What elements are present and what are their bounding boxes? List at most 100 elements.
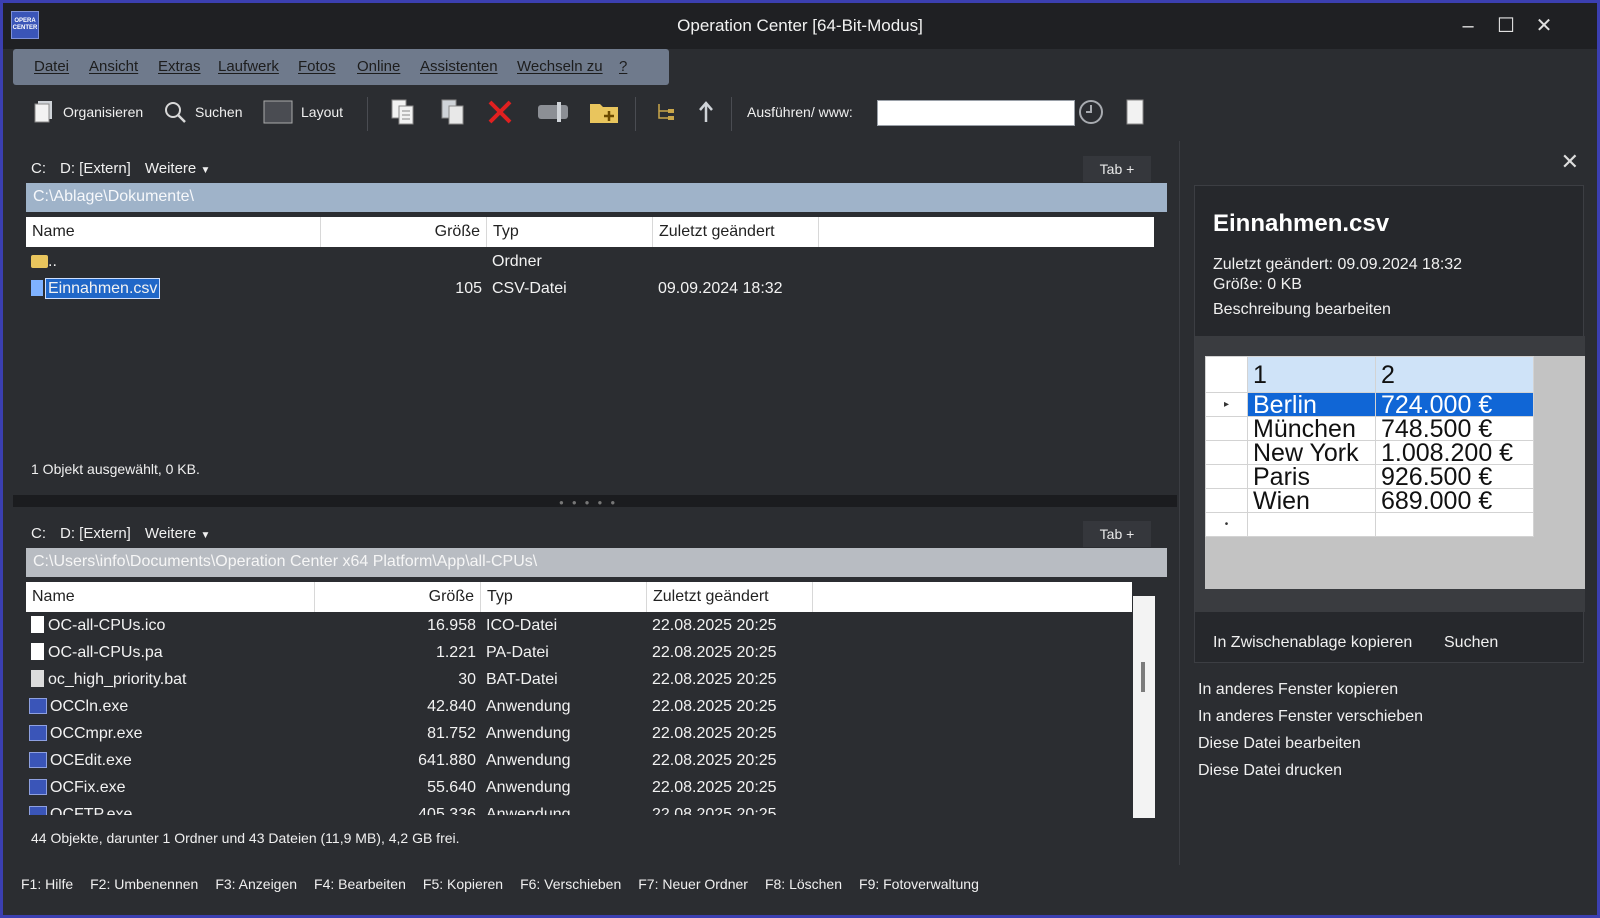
grid-col-header[interactable]: 2 [1375, 356, 1534, 393]
grid-row[interactable]: New York 1.008.200 € [1205, 440, 1534, 465]
file-list-scrollbar[interactable] [1133, 596, 1155, 818]
app-exe-icon [29, 806, 47, 815]
col-size[interactable]: Größe [315, 582, 481, 612]
menu-assistenten[interactable]: Assistenten [420, 58, 498, 75]
edit-description-link[interactable]: Beschreibung bearbeiten [1213, 301, 1391, 319]
preview-toggle-button[interactable] [1125, 97, 1145, 127]
csv-preview-grid[interactable]: 1 2 ▸ Berlin 724.000 € München 748.500 € [1205, 356, 1534, 537]
col-name[interactable]: Name [26, 582, 315, 612]
close-button[interactable]: ✕ [1529, 13, 1559, 39]
file-row-parent[interactable]: .. Ordner [26, 248, 1126, 275]
file-row[interactable]: OCCln.exe 42.840 Anwendung 22.08.2025 20… [26, 693, 1126, 720]
minimize-button[interactable]: – [1453, 13, 1483, 39]
menu-help[interactable]: ? [619, 58, 627, 75]
col-modified[interactable]: Zuletzt geändert [653, 217, 819, 247]
copy-to-other-window-link[interactable]: In anderes Fenster kopieren [1198, 681, 1398, 699]
menu-ansicht[interactable]: Ansicht [89, 58, 138, 75]
file-row[interactable]: oc_high_priority.bat 30 BAT-Datei 22.08.… [26, 666, 1126, 693]
new-tab-button[interactable]: Tab + [1083, 521, 1151, 547]
file-row[interactable]: OC-all-CPUs.pa 1.221 PA-Datei 22.08.2025… [26, 639, 1126, 666]
grid-col-header[interactable]: 1 [1247, 356, 1376, 393]
grid-cell[interactable] [1247, 512, 1376, 537]
col-type[interactable]: Typ [481, 582, 647, 612]
file-name: OCCmpr.exe [50, 725, 143, 742]
drive-c[interactable]: C: [31, 160, 46, 177]
menu-online[interactable]: Online [357, 58, 400, 75]
grid-row[interactable]: Paris 926.500 € [1205, 464, 1534, 489]
fkey-f7[interactable]: F7: Neuer Ordner [638, 876, 748, 892]
grid-cell[interactable]: 724.000 € [1375, 392, 1534, 417]
col-name[interactable]: Name [26, 217, 321, 247]
fkey-f3[interactable]: F3: Anzeigen [215, 876, 297, 892]
path-bar[interactable]: C:\Users\info\Documents\Operation Center… [26, 548, 1167, 577]
tree-button[interactable] [655, 97, 677, 127]
grid-new-row[interactable]: • [1205, 512, 1534, 537]
layout-button[interactable]: Layout [263, 97, 343, 127]
rename-button[interactable] [537, 97, 569, 127]
parent-folder-button[interactable] [697, 97, 715, 127]
edit-file-link[interactable]: Diese Datei bearbeiten [1198, 735, 1361, 753]
delete-button[interactable] [487, 97, 513, 127]
grid-cell[interactable]: München [1247, 416, 1376, 441]
col-size[interactable]: Größe [321, 217, 487, 247]
bottom-file-pane: C: D: [Extern] Weitere ▼ Tab + C:\Users\… [13, 507, 1177, 865]
grid-cell[interactable]: Wien [1247, 488, 1376, 513]
name-cell: OCCln.exe [29, 693, 128, 720]
menu-datei[interactable]: Datei [34, 58, 69, 75]
pane-splitter[interactable]: ●●●●● [13, 495, 1177, 507]
scrollbar-thumb[interactable] [1141, 662, 1145, 692]
run-url-input[interactable] [877, 100, 1075, 126]
grid-cell[interactable]: Paris [1247, 464, 1376, 489]
grid-row-selected[interactable]: ▸ Berlin 724.000 € [1205, 392, 1534, 417]
grid-cell[interactable]: 689.000 € [1375, 488, 1534, 513]
grid-row[interactable]: Wien 689.000 € [1205, 488, 1534, 513]
path-bar[interactable]: C:\Ablage\Dokumente\ [26, 183, 1167, 212]
menu-extras[interactable]: Extras [158, 58, 201, 75]
new-row-marker-icon: • [1205, 512, 1248, 537]
drive-c[interactable]: C: [31, 525, 46, 542]
history-button[interactable] [1077, 97, 1105, 127]
col-modified[interactable]: Zuletzt geändert [647, 582, 813, 612]
file-row[interactable]: OCFTP.exe 405.336 Anwendung 22.08.2025 2… [26, 801, 1126, 815]
new-folder-button[interactable] [589, 97, 619, 127]
drive-d[interactable]: D: [Extern] [60, 525, 131, 542]
drive-more[interactable]: Weitere ▼ [145, 160, 211, 177]
fkey-f9[interactable]: F9: Fotoverwaltung [859, 876, 979, 892]
menu-fotos[interactable]: Fotos [298, 58, 336, 75]
preview-close-icon[interactable]: ✕ [1561, 149, 1579, 175]
grid-cell[interactable]: 1.008.200 € [1375, 440, 1534, 465]
preview-search-link[interactable]: Suchen [1444, 634, 1498, 652]
move-to-other-window-link[interactable]: In anderes Fenster verschieben [1198, 708, 1423, 726]
grid-cell[interactable]: 926.500 € [1375, 464, 1534, 489]
grid-cell[interactable]: New York [1247, 440, 1376, 465]
maximize-button[interactable]: ☐ [1491, 13, 1521, 39]
fkey-f6[interactable]: F6: Verschieben [520, 876, 621, 892]
menu-wechseln-zu[interactable]: Wechseln zu [517, 58, 603, 75]
fkey-f5[interactable]: F5: Kopieren [423, 876, 503, 892]
grid-row[interactable]: München 748.500 € [1205, 416, 1534, 441]
file-row[interactable]: OCEdit.exe 641.880 Anwendung 22.08.2025 … [26, 747, 1126, 774]
drive-more[interactable]: Weitere ▼ [145, 525, 211, 542]
print-file-link[interactable]: Diese Datei drucken [1198, 762, 1342, 780]
fkey-f4[interactable]: F4: Bearbeiten [314, 876, 406, 892]
move-button[interactable] [439, 97, 467, 127]
grid-cell[interactable]: 748.500 € [1375, 416, 1534, 441]
file-row[interactable]: OCCmpr.exe 81.752 Anwendung 22.08.2025 2… [26, 720, 1126, 747]
drive-d[interactable]: D: [Extern] [60, 160, 131, 177]
menu-laufwerk[interactable]: Laufwerk [218, 58, 279, 75]
fkey-f1[interactable]: F1: Hilfe [21, 876, 73, 892]
new-tab-button[interactable]: Tab + [1083, 156, 1151, 182]
file-row[interactable]: OCFix.exe 55.640 Anwendung 22.08.2025 20… [26, 774, 1126, 801]
copy-button[interactable] [389, 97, 417, 127]
fkey-f2[interactable]: F2: Umbenennen [90, 876, 198, 892]
grid-cell[interactable]: Berlin [1247, 392, 1376, 417]
file-row-selected[interactable]: Einnahmen.csv 105 CSV-Datei 09.09.2024 1… [26, 275, 1126, 302]
search-button[interactable]: Suchen [163, 97, 242, 127]
copy-clipboard-link[interactable]: In Zwischenablage kopieren [1213, 634, 1412, 652]
size-cell: 16.958 [427, 617, 476, 634]
organize-button[interactable]: Organisieren [33, 97, 143, 127]
grid-cell[interactable] [1375, 512, 1534, 537]
file-row[interactable]: OC-all-CPUs.ico 16.958 ICO-Datei 22.08.2… [26, 612, 1126, 639]
fkey-f8[interactable]: F8: Löschen [765, 876, 842, 892]
col-type[interactable]: Typ [487, 217, 653, 247]
